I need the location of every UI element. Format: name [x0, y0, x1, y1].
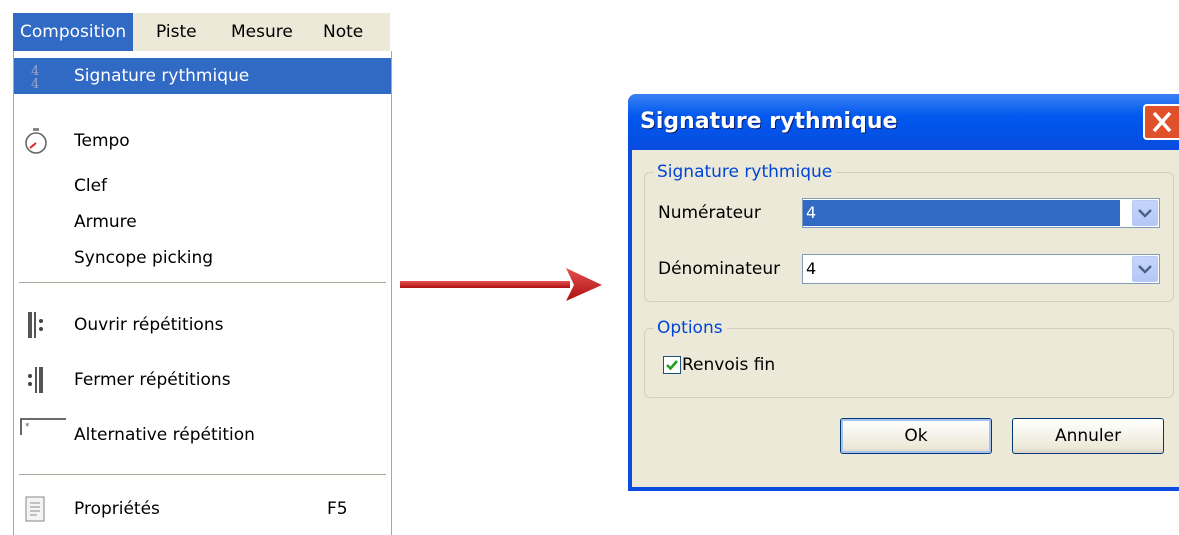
menu-item-shortcut: F5	[327, 499, 348, 519]
close-button[interactable]	[1143, 104, 1179, 140]
menu-item-alternative-repetition[interactable]: * Alternative répétition	[14, 417, 391, 453]
menu-item-tempo[interactable]: Tempo	[14, 123, 391, 159]
svg-text:4: 4	[31, 77, 39, 90]
renvois-fin-label[interactable]: Renvois fin	[682, 350, 775, 380]
svg-text:*: *	[25, 422, 30, 432]
repeat-open-icon	[28, 312, 43, 338]
close-icon	[1152, 111, 1172, 133]
menu-item-label: Fermer répétitions	[74, 370, 231, 390]
menu-item-ouvrir-repetitions[interactable]: Ouvrir répétitions	[14, 307, 391, 343]
menu-item-fermer-repetitions[interactable]: Fermer répétitions	[14, 362, 391, 398]
red-arrow-icon	[400, 268, 602, 301]
repeat-close-icon	[28, 367, 43, 393]
menu-item-clef[interactable]: Clef	[14, 168, 391, 204]
menu-item-signature-rythmique[interactable]: 4 4 Signature rythmique	[14, 58, 391, 94]
denominator-label: Dénominateur	[658, 259, 781, 279]
menu-separator	[19, 474, 386, 475]
menu-item-syncope-picking[interactable]: Syncope picking	[14, 240, 391, 276]
dialog-title: Signature rythmique	[640, 109, 898, 134]
signature-dialog: Signature rythmique Signature rythmique …	[628, 94, 1179, 491]
composition-dropdown-menu: 4 4 Signature rythmique Tempo Clef Armur…	[13, 51, 392, 535]
menu-item-armure[interactable]: Armure	[14, 204, 391, 240]
denominator-select[interactable]: 4	[802, 254, 1160, 284]
menu-item-proprietes[interactable]: Propriétés F5	[14, 491, 391, 527]
checkmark-icon	[666, 360, 678, 371]
chevron-down-icon	[1138, 265, 1152, 274]
renvois-fin-checkbox[interactable]	[663, 356, 681, 374]
numerator-dropdown-button[interactable]	[1132, 200, 1158, 226]
stopwatch-icon	[25, 128, 47, 154]
time-signature-icon: 4 4	[31, 64, 39, 90]
properties-icon	[25, 496, 45, 522]
numerator-value: 4	[803, 200, 1120, 226]
menu-separator	[19, 282, 386, 283]
menu-item-label: Alternative répétition	[74, 425, 255, 445]
menu-mesure[interactable]: Mesure	[224, 13, 300, 51]
alternative-ending-icon: *	[20, 418, 66, 435]
cancel-button[interactable]: Annuler	[1012, 418, 1164, 454]
menu-item-label: Ouvrir répétitions	[74, 315, 224, 335]
denominator-value: 4	[806, 259, 817, 278]
menu-item-label: Syncope picking	[74, 248, 214, 268]
group-legend-signature: Signature rythmique	[653, 161, 837, 183]
menu-item-label: Clef	[74, 176, 108, 196]
menu-item-label: Tempo	[74, 131, 130, 151]
chevron-down-icon	[1138, 209, 1152, 218]
menu-note[interactable]: Note	[316, 13, 370, 51]
numerator-select[interactable]: 4	[802, 198, 1160, 228]
dialog-titlebar[interactable]: Signature rythmique	[628, 94, 1179, 150]
menu-item-label: Propriétés	[74, 499, 160, 519]
denominator-dropdown-button[interactable]	[1132, 256, 1158, 282]
dialog-body: Signature rythmique Numérateur 4 Dénomin…	[632, 150, 1179, 487]
menu-piste[interactable]: Piste	[149, 13, 204, 51]
numerator-label: Numérateur	[658, 203, 761, 223]
menu-item-label: Armure	[74, 212, 137, 232]
ok-button[interactable]: Ok	[840, 418, 992, 454]
menu-bar: Composition Piste Mesure Note	[13, 13, 390, 51]
menu-composition[interactable]: Composition	[13, 13, 134, 51]
group-legend-options: Options	[653, 317, 727, 339]
menu-item-label: Signature rythmique	[74, 66, 250, 86]
